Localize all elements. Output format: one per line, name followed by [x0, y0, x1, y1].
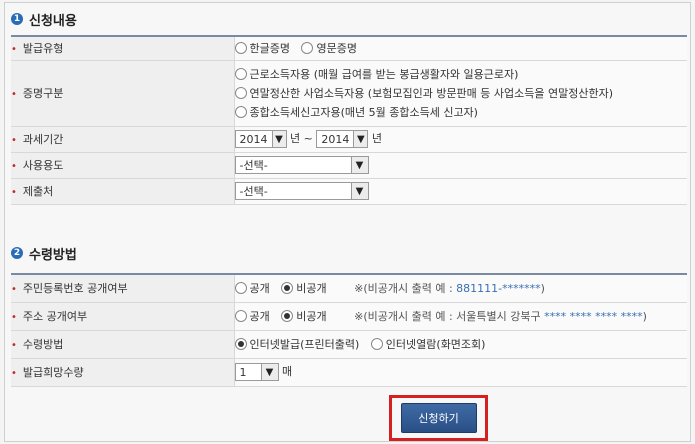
application-form: 1 신청내용 • 발급유형 한글증명 영문증명 • 증명구분 근로소득자용 (매월 …: [4, 2, 691, 442]
bullet-icon: •: [11, 368, 17, 379]
bullet-icon: •: [11, 44, 17, 56]
label-tax-period: • 과세기간: [11, 126, 235, 153]
bullet-icon: •: [11, 135, 17, 146]
radio-icon[interactable]: [234, 310, 247, 322]
select-to-year[interactable]: 2014 ▼: [316, 130, 369, 148]
receive-table: • 주민등록번호 공개여부 공개 비공개 ※(비공개시 출력 예 : 881111…: [11, 273, 687, 387]
row-quantity: • 발급희망수량 1 ▼ 매: [11, 358, 687, 387]
bullet-icon: •: [11, 187, 17, 198]
label-receive-method: • 수령방법: [11, 330, 235, 359]
label-submit-to: • 제출처: [11, 178, 235, 205]
radio-checked-icon[interactable]: [234, 338, 247, 350]
row-tax-period: • 과세기간 2014 ▼ 년 ~ 2014 ▼ 년: [11, 126, 687, 153]
radio-business-income[interactable]: 연말정산한 사업소득자용 (보험모집인과 방문판매 등 사업소득을 연말정산한자…: [234, 84, 680, 103]
bullet-icon: •: [11, 284, 17, 296]
row-submit-to: • 제출처 -선택- ▼: [11, 178, 687, 205]
radio-icon[interactable]: [234, 42, 247, 55]
radio-rrn-private[interactable]: 비공개: [281, 282, 327, 295]
radio-addr-private[interactable]: 비공개: [281, 310, 327, 323]
radio-icon[interactable]: [370, 338, 383, 350]
radio-korean-cert[interactable]: 한글증명: [234, 42, 290, 55]
section-title-text: 신청내용: [29, 13, 77, 29]
radio-comprehensive-income[interactable]: 종합소득세신고자용(매년 5월 종합소득세 신고자): [234, 103, 680, 122]
application-table: • 발급유형 한글증명 영문증명 • 증명구분 근로소득자용 (매월 급여를 받는 …: [11, 35, 687, 205]
rrn-note: ※(비공개시 출력 예 : 881111-*******): [354, 282, 545, 296]
label-addr-disclosure: • 주소 공개여부: [11, 302, 235, 331]
chevron-down-icon[interactable]: ▼: [271, 131, 286, 147]
radio-icon[interactable]: [234, 105, 247, 118]
radio-internet-view[interactable]: 인터넷열람(화면조회): [370, 338, 485, 351]
radio-icon[interactable]: [234, 67, 247, 80]
radio-icon[interactable]: [234, 86, 247, 99]
select-purpose[interactable]: -선택- ▼: [234, 156, 369, 174]
row-cert-type: • 증명구분 근로소득자용 (매월 급여를 받는 봉급생활자와 일용근로자) 연말…: [11, 60, 687, 127]
label-issue-type: • 발급유형: [11, 36, 235, 61]
bullet-icon: •: [11, 89, 17, 100]
submit-highlight: 신청하기: [389, 395, 488, 441]
row-addr-disclosure: • 주소 공개여부 공개 비공개 ※(비공개시 출력 예 : 서울특별시 강북구 …: [11, 302, 687, 331]
select-quantity[interactable]: 1 ▼: [234, 363, 279, 381]
section-number-icon: 2: [11, 247, 23, 259]
radio-rrn-public[interactable]: 공개: [234, 282, 270, 295]
row-rrn-disclosure: • 주민등록번호 공개여부 공개 비공개 ※(비공개시 출력 예 : 881111…: [11, 274, 687, 303]
addr-note: ※(비공개시 출력 예 : 서울특별시 강북구 **** **** **** *…: [354, 310, 647, 323]
radio-icon[interactable]: [234, 282, 247, 295]
radio-english-cert[interactable]: 영문증명: [301, 42, 357, 55]
select-from-year[interactable]: 2014 ▼: [234, 130, 287, 148]
label-cert-type: • 증명구분: [11, 60, 235, 127]
apply-button[interactable]: 신청하기: [400, 403, 477, 433]
chevron-down-icon[interactable]: ▼: [350, 157, 368, 173]
label-quantity: • 발급희망수량: [11, 358, 235, 387]
section-title-text: 수령방법: [29, 247, 77, 263]
section-number-icon: 1: [11, 13, 23, 25]
section-title-application: 1 신청내용: [11, 9, 77, 29]
radio-icon[interactable]: [301, 42, 314, 55]
bullet-icon: •: [11, 312, 17, 323]
label-rrn-disclosure: • 주민등록번호 공개여부: [11, 274, 235, 303]
radio-addr-public[interactable]: 공개: [234, 310, 270, 323]
row-purpose: • 사용용도 -선택- ▼: [11, 152, 687, 179]
bullet-icon: •: [11, 340, 17, 351]
radio-internet-issue[interactable]: 인터넷발급(프린터출력): [234, 338, 359, 351]
label-purpose: • 사용용도: [11, 152, 235, 179]
radio-earned-income[interactable]: 근로소득자용 (매월 급여를 받는 봉급생활자와 일용근로자): [234, 65, 680, 84]
section-title-receive: 2 수령방법: [11, 243, 77, 263]
chevron-down-icon[interactable]: ▼: [260, 364, 278, 380]
row-issue-type: • 발급유형 한글증명 영문증명: [11, 36, 687, 61]
chevron-down-icon[interactable]: ▼: [353, 131, 368, 147]
select-submit-to[interactable]: -선택- ▼: [234, 182, 369, 200]
radio-checked-icon[interactable]: [281, 310, 294, 322]
bullet-icon: •: [11, 161, 17, 172]
chevron-down-icon[interactable]: ▼: [350, 183, 368, 199]
radio-checked-icon[interactable]: [281, 282, 294, 295]
row-receive-method: • 수령방법 인터넷발급(프린터출력) 인터넷열람(화면조회): [11, 330, 687, 359]
